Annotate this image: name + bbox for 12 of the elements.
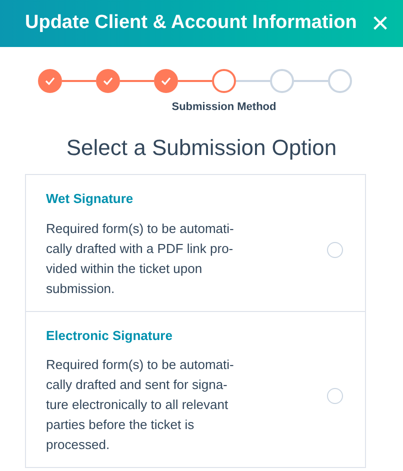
section-heading: Select a Submission Option — [65, 134, 338, 162]
option-title: Electronic Signature — [46, 326, 174, 345]
check-icon — [103, 77, 113, 85]
window-title: Update Client & Account Information — [25, 11, 357, 36]
radio-button[interactable] — [327, 242, 343, 258]
option-description: Required form(s) to be automati- cally drafted with a PDF link pro- vided within the ticket upon submission. — [46, 220, 235, 298]
option-description: Required form(s) to be automati- cally drafted and sent for signa- ture electronically to all relevant parties before the ticket is processed. — [46, 356, 235, 454]
check-icon — [161, 77, 171, 85]
step-label: Submission Method — [172, 100, 276, 115]
radio-button[interactable] — [327, 388, 343, 404]
option-title: Wet Signature — [46, 190, 134, 208]
check-icon — [45, 77, 55, 85]
